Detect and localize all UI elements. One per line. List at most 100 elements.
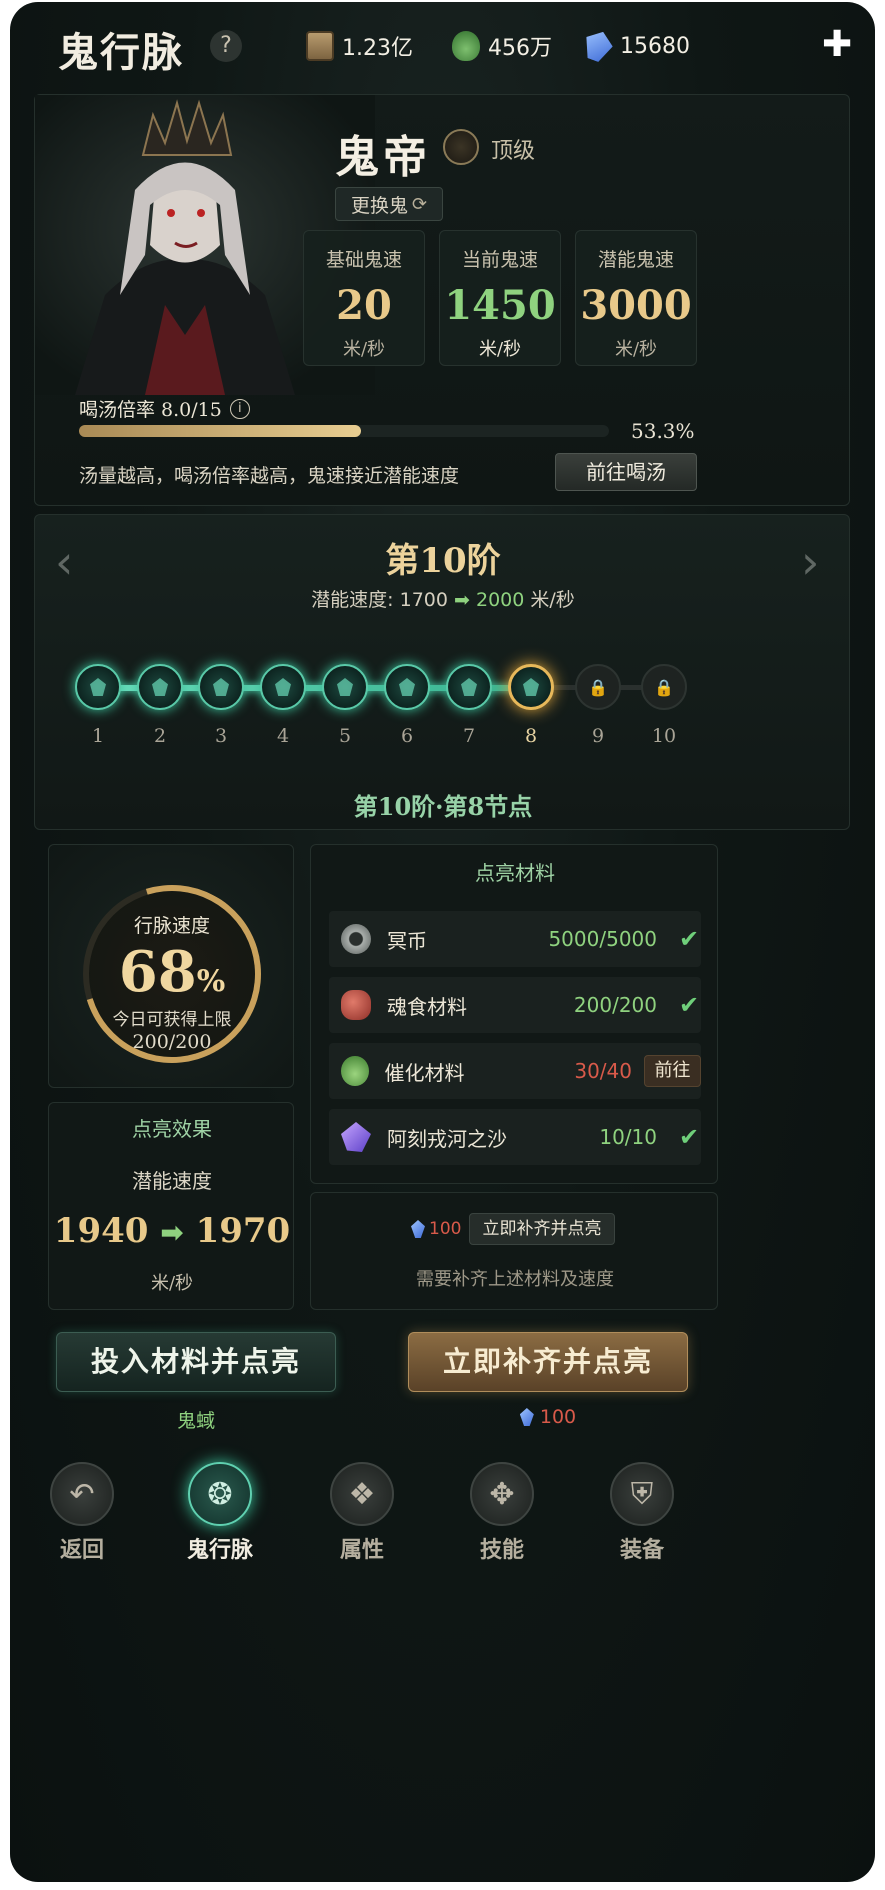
instant-cost-value: 100 xyxy=(539,1406,577,1428)
nav-attribute[interactable]: ❖ 属性 xyxy=(302,1462,422,1572)
ghost-pulse-icon: ❂ xyxy=(188,1462,252,1526)
top-bar: 鬼行脉 ? 1.23亿 456万 15680 ✚ xyxy=(10,2,875,90)
refill-cost-value: 100 xyxy=(429,1219,462,1239)
phone-screen: 鬼行脉 ? 1.23亿 456万 15680 ✚ 鬼帝 顶级 更换鬼 ⟳ 基础鬼… xyxy=(10,2,875,1882)
stat-potential-speed: 潜能鬼速 3000 米/秒 xyxy=(575,230,697,366)
stat-unit: 米/秒 xyxy=(342,339,386,360)
rank-label: 顶级 xyxy=(491,139,536,164)
question-icon[interactable]: ? xyxy=(210,30,242,62)
invest-light-button[interactable]: 投入材料并点亮 xyxy=(56,1332,336,1392)
node-lit[interactable] xyxy=(446,664,492,710)
effect-to: 1970 xyxy=(195,1211,291,1251)
instant-light-button[interactable]: 立即补齐并点亮 xyxy=(408,1332,688,1392)
node-lit[interactable] xyxy=(75,664,121,710)
goto-button[interactable]: 前往 xyxy=(644,1055,701,1087)
stat-base-speed: 基础鬼速 20 米/秒 xyxy=(303,230,425,366)
effect-from: 1940 xyxy=(53,1211,149,1251)
nav-label: 返回 xyxy=(59,1537,104,1563)
effect-title: 点亮效果 xyxy=(132,1117,212,1141)
coin-icon xyxy=(341,924,371,954)
node-number: 4 xyxy=(276,725,290,747)
attribute-icon: ❖ xyxy=(330,1462,394,1526)
refill-card: 100 立即补齐并点亮 需要补齐上述材料及速度 xyxy=(310,1192,718,1310)
node-locked[interactable]: 🔒 xyxy=(641,664,687,710)
material-name: 催化材料 xyxy=(384,1060,465,1085)
meat-icon xyxy=(341,990,371,1020)
scroll-icon xyxy=(306,31,334,61)
soup-progress-bar xyxy=(79,425,609,437)
nav-return[interactable]: ↶ 返回 xyxy=(22,1462,142,1572)
hero-name: 鬼帝 xyxy=(335,132,431,183)
check-icon: ✔ xyxy=(679,991,700,1019)
gem-icon xyxy=(461,678,477,696)
pulse-note: 今日可获得上限 xyxy=(112,1010,232,1030)
refill-light-button[interactable]: 立即补齐并点亮 xyxy=(469,1213,615,1245)
effect-values: 1940 ➡ 1970 xyxy=(49,1211,295,1251)
soup-rate-label: 喝汤倍率 8.0/15 i xyxy=(79,395,250,422)
nav-skill[interactable]: ✥ 技能 xyxy=(442,1462,562,1572)
node-locked[interactable]: 🔒 xyxy=(575,664,621,710)
node-lit[interactable] xyxy=(322,664,368,710)
tier-unit: 米/秒 xyxy=(530,589,575,611)
node-lit[interactable] xyxy=(384,664,430,710)
material-count: 30/40 xyxy=(574,1059,632,1083)
drink-soup-button[interactable]: 前往喝汤 xyxy=(555,453,697,491)
tier-title: 第10阶 xyxy=(385,541,501,581)
nav-equipment[interactable]: ⛨ 装备 xyxy=(582,1462,702,1572)
check-icon: ✔ xyxy=(679,1123,700,1151)
hero-card: 鬼帝 顶级 更换鬼 ⟳ 基础鬼速 20 米/秒 当前鬼速 1450 米/秒 潜能… xyxy=(34,94,850,506)
invest-sub-label: 鬼蜮 xyxy=(176,1410,215,1432)
stat-value: 1450 xyxy=(444,282,556,329)
stat-unit: 米/秒 xyxy=(614,339,658,360)
pouch-icon xyxy=(452,31,480,61)
node-lit[interactable] xyxy=(198,664,244,710)
bottom-nav: ↶ 返回 ❂ 鬼行脉 ❖ 属性 ✥ 技能 ⛨ 装备 xyxy=(10,1448,875,1568)
crystal-icon xyxy=(411,1220,425,1238)
node-number: 8 xyxy=(524,725,538,747)
info-icon[interactable]: i xyxy=(229,398,250,419)
soup-hint: 汤量越高，喝汤倍率越高，鬼速接近潜能速度 xyxy=(79,465,460,487)
node-lit[interactable] xyxy=(137,664,183,710)
stat-current-speed: 当前鬼速 1450 米/秒 xyxy=(439,230,561,366)
gem-icon xyxy=(213,678,229,696)
node-number: 9 xyxy=(591,725,605,747)
node-number: 2 xyxy=(153,725,167,747)
resource-value: 456万 xyxy=(488,36,552,61)
crystal-icon xyxy=(580,27,617,65)
soup-progress-fill xyxy=(79,425,362,437)
refill-cost: 100 xyxy=(411,1219,461,1239)
node-number: 5 xyxy=(338,725,352,747)
soup-rate-text: 喝汤倍率 8.0/15 xyxy=(79,399,222,421)
swap-ghost-button[interactable]: 更换鬼 ⟳ xyxy=(335,187,443,221)
node-lit[interactable] xyxy=(260,664,306,710)
materials-card: 点亮材料 冥币 5000/5000 ✔ 魂食材料 200/200 ✔ 催化材料 … xyxy=(310,844,718,1184)
material-name: 冥币 xyxy=(387,928,427,953)
page-title: 鬼行脉 xyxy=(58,29,184,76)
node-number: 7 xyxy=(462,725,476,747)
nav-label: 技能 xyxy=(479,1537,524,1563)
resource-value: 1.23亿 xyxy=(342,36,413,61)
sand-crystal-icon xyxy=(341,1122,371,1152)
skill-icon: ✥ xyxy=(470,1462,534,1526)
lock-icon: 🔒 xyxy=(588,677,608,697)
nav-ghost-pulse[interactable]: ❂ 鬼行脉 xyxy=(160,1462,280,1572)
node-lit[interactable] xyxy=(508,664,554,710)
pulse-label: 行脉速度 xyxy=(133,915,210,937)
crystal-icon xyxy=(519,1408,534,1426)
instant-cost: 100 xyxy=(408,1406,688,1428)
light-effect-card: 点亮效果 潜能速度 1940 ➡ 1970 米/秒 xyxy=(48,1102,294,1310)
stat-value: 3000 xyxy=(580,282,692,329)
resource-scroll: 1.23亿 xyxy=(306,28,413,64)
stat-unit: 米/秒 xyxy=(478,339,522,360)
tier-potential-speed: 潜能速度: 1700 ➡ 2000 米/秒 xyxy=(35,585,851,612)
stat-value: 20 xyxy=(336,282,392,329)
plus-icon[interactable]: ✚ xyxy=(822,24,852,65)
effect-unit: 米/秒 xyxy=(150,1273,194,1294)
check-icon: ✔ xyxy=(679,925,700,953)
arrow-right-icon: ➡ xyxy=(160,1216,184,1249)
arrow-right-icon: ➡ xyxy=(454,589,470,611)
materials-title: 点亮材料 xyxy=(475,861,555,885)
nav-label: 装备 xyxy=(619,1537,664,1563)
node-number: 10 xyxy=(651,725,677,747)
tier-sub-label: 潜能速度: xyxy=(311,589,394,611)
